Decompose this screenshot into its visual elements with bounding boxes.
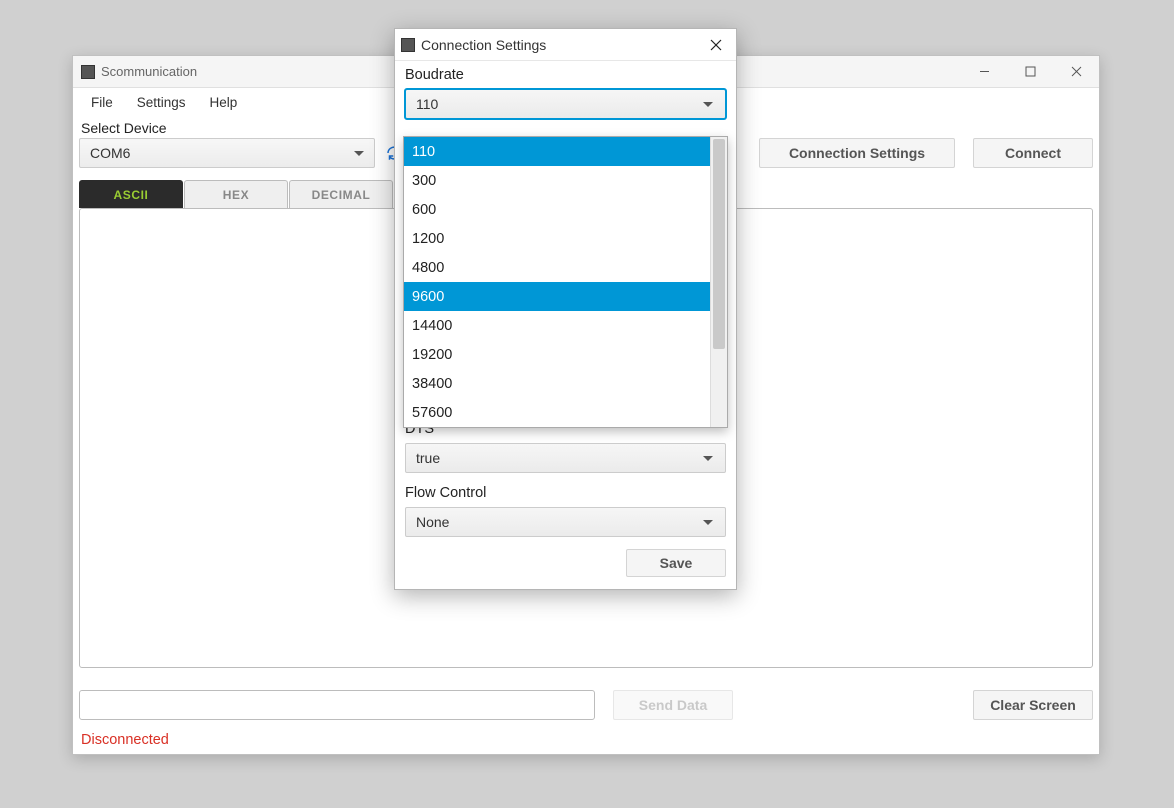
connection-settings-label: Connection Settings <box>789 145 925 161</box>
maximize-button[interactable] <box>1007 56 1053 88</box>
flow-control-label: Flow Control <box>405 485 726 501</box>
baudrate-option[interactable]: 14400 <box>404 311 710 340</box>
save-label: Save <box>660 555 693 571</box>
tab-decimal[interactable]: DECIMAL <box>289 180 393 208</box>
app-icon <box>81 65 95 79</box>
baudrate-option[interactable]: 1200 <box>404 224 710 253</box>
scrollbar-thumb[interactable] <box>713 139 725 349</box>
connection-settings-button[interactable]: Connection Settings <box>759 138 955 168</box>
baudrate-option[interactable]: 600 <box>404 195 710 224</box>
baudrate-option[interactable]: 9600 <box>404 282 710 311</box>
save-button[interactable]: Save <box>626 549 726 577</box>
tab-hex[interactable]: HEX <box>184 180 288 208</box>
menu-settings[interactable]: Settings <box>137 95 186 110</box>
dropdown-scrollbar[interactable] <box>710 137 727 427</box>
connect-button[interactable]: Connect <box>973 138 1093 168</box>
dialog-close-button[interactable] <box>696 29 736 61</box>
baudrate-option[interactable]: 4800 <box>404 253 710 282</box>
clear-screen-button[interactable]: Clear Screen <box>973 690 1093 720</box>
flow-control-value: None <box>416 514 449 530</box>
baudrate-option[interactable]: 38400 <box>404 369 710 398</box>
connect-label: Connect <box>1005 145 1061 161</box>
menu-file[interactable]: File <box>91 95 113 110</box>
device-value: COM6 <box>90 145 130 161</box>
clear-screen-label: Clear Screen <box>990 697 1076 713</box>
dialog-icon <box>401 38 415 52</box>
baudrate-option[interactable]: 300 <box>404 166 710 195</box>
send-data-button[interactable]: Send Data <box>613 690 733 720</box>
baudrate-option[interactable]: 19200 <box>404 340 710 369</box>
flow-control-combobox[interactable]: None <box>405 507 726 537</box>
baudrate-option[interactable]: 57600 <box>404 398 710 427</box>
dialog-title: Connection Settings <box>421 37 696 53</box>
baudrate-value: 110 <box>416 96 438 112</box>
menu-help[interactable]: Help <box>210 95 238 110</box>
baudrate-option[interactable]: 110 <box>404 137 710 166</box>
send-data-label: Send Data <box>639 697 707 713</box>
tab-ascii[interactable]: ASCII <box>79 180 183 208</box>
close-button[interactable] <box>1053 56 1099 88</box>
dts-value: true <box>416 450 440 466</box>
status-text: Disconnected <box>79 732 1093 748</box>
baudrate-combobox[interactable]: 110 <box>405 89 726 119</box>
minimize-button[interactable] <box>961 56 1007 88</box>
baudrate-label: Boudrate <box>405 67 726 83</box>
dts-combobox[interactable]: true <box>405 443 726 473</box>
dialog-title-bar: Connection Settings <box>395 29 736 61</box>
send-input[interactable] <box>79 690 595 720</box>
device-combobox[interactable]: COM6 <box>79 138 375 168</box>
baudrate-dropdown[interactable]: 1103006001200480096001440019200384005760… <box>403 136 728 428</box>
